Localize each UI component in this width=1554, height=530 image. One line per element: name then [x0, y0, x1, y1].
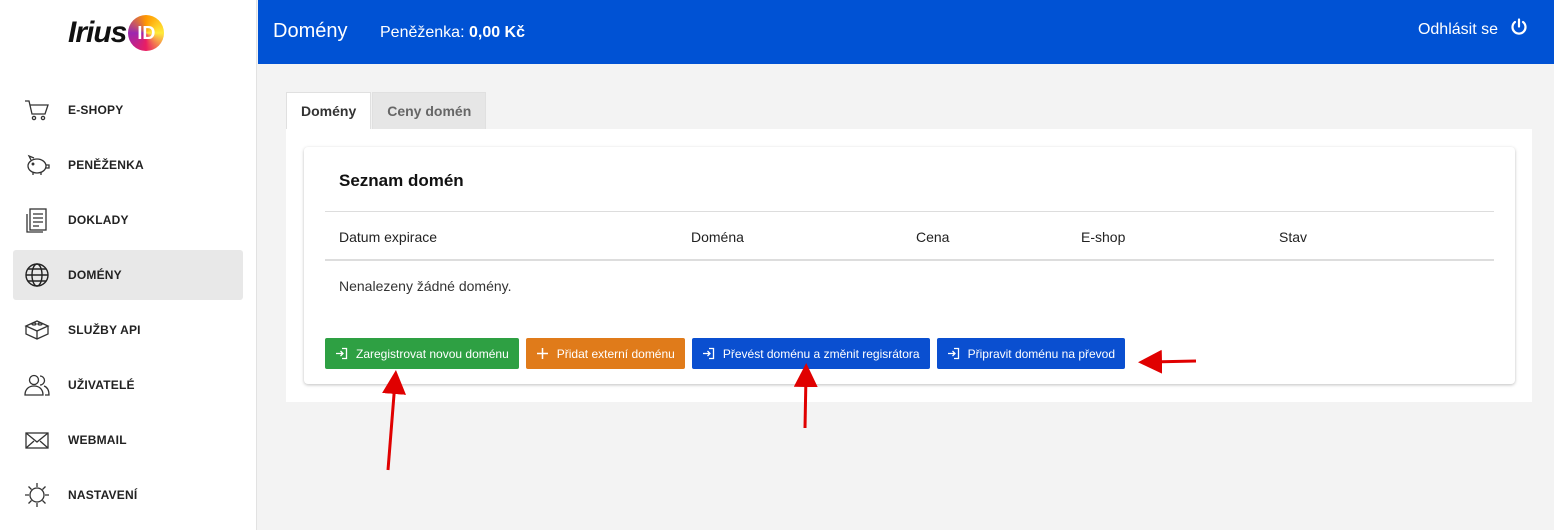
register-domain-button[interactable]: Zaregistrovat novou doménu: [325, 338, 519, 369]
sidebar: Irius ID E-SHOPY PENĚŽENKA DOKLADY DOMÉN…: [0, 0, 257, 530]
column-header-expiration[interactable]: Datum expirace: [339, 229, 437, 245]
sidebar-nav: E-SHOPY PENĚŽENKA DOKLADY DOMÉNY SLUŽBY …: [13, 85, 243, 525]
users-icon: [23, 371, 51, 399]
domains-table: Datum expirace Doména Cena E-shop Stav N…: [325, 211, 1494, 311]
add-external-domain-label: Přidat externí doménu: [556, 346, 675, 361]
logo-text: Irius: [68, 16, 127, 49]
page-title: Domény: [273, 20, 348, 42]
empty-state-text: Nenalezeny žádné domény.: [339, 278, 512, 294]
table-header: Datum expirace Doména Cena E-shop Stav: [325, 211, 1494, 261]
login-arrow-icon: [336, 347, 348, 360]
column-header-domain[interactable]: Doména: [691, 229, 744, 245]
logout-button[interactable]: Odhlásit se: [1418, 18, 1528, 41]
gear-icon: [23, 481, 51, 509]
sidebar-item-label: DOKLADY: [68, 213, 129, 227]
sidebar-item-uzivatele[interactable]: UŽIVATELÉ: [13, 360, 243, 410]
top-header: Domény Peněženka: 0,00 Kč Odhlásit se: [258, 0, 1554, 64]
column-header-eshop[interactable]: E-shop: [1081, 229, 1125, 245]
sidebar-item-label: NASTAVENÍ: [68, 488, 138, 502]
empty-state-row: Nenalezeny žádné domény.: [325, 261, 1494, 311]
action-buttons: Zaregistrovat novou doménu Přidat extern…: [325, 338, 1132, 369]
sidebar-item-nastaveni[interactable]: NASTAVENÍ: [13, 470, 243, 520]
logo[interactable]: Irius ID: [68, 12, 165, 54]
sidebar-item-label: E-SHOPY: [68, 103, 124, 117]
card-title: Seznam domén: [339, 171, 464, 190]
sidebar-item-domeny[interactable]: DOMÉNY: [13, 250, 243, 300]
prepare-transfer-label: Připravit doménu na převod: [967, 346, 1116, 361]
tab-bar: Domény Ceny domén: [286, 92, 487, 129]
domains-card: Seznam domén Datum expirace Doména Cena …: [304, 147, 1515, 384]
plus-icon: [536, 348, 548, 359]
cart-icon: [23, 96, 51, 124]
login-arrow-icon: [947, 347, 959, 360]
api-blocks-icon: [23, 316, 51, 344]
logo-badge: ID: [128, 15, 165, 51]
sidebar-item-label: UŽIVATELÉ: [68, 378, 135, 392]
transfer-domain-button[interactable]: Převést doménu a změnit regisrátora: [691, 338, 930, 369]
column-header-price[interactable]: Cena: [916, 229, 949, 245]
sidebar-item-penezenka[interactable]: PENĚŽENKA: [13, 140, 243, 190]
sidebar-item-label: DOMÉNY: [68, 268, 122, 282]
add-external-domain-button[interactable]: Přidat externí doménu: [525, 338, 685, 369]
sidebar-item-label: PENĚŽENKA: [68, 158, 144, 172]
sidebar-item-label: SLUŽBY API: [68, 323, 141, 337]
tab-domeny[interactable]: Domény: [286, 92, 372, 129]
sidebar-item-doklady[interactable]: DOKLADY: [13, 195, 243, 245]
transfer-domain-label: Převést doménu a změnit regisrátora: [722, 346, 920, 361]
wallet-amount: 0,00 Kč: [468, 24, 526, 41]
tab-ceny-domen[interactable]: Ceny domén: [372, 92, 487, 129]
piggy-bank-icon: [23, 151, 51, 179]
envelope-icon: [23, 426, 51, 454]
column-header-status[interactable]: Stav: [1279, 229, 1307, 245]
login-arrow-icon: [702, 347, 714, 360]
sidebar-item-label: WEBMAIL: [68, 433, 127, 447]
sidebar-item-webmail[interactable]: WEBMAIL: [13, 415, 243, 465]
tab-panel: Seznam domén Datum expirace Doména Cena …: [286, 129, 1532, 402]
globe-icon: [23, 261, 51, 289]
register-domain-label: Zaregistrovat novou doménu: [356, 346, 509, 361]
sidebar-item-eshopy[interactable]: E-SHOPY: [13, 85, 243, 135]
wallet-balance: Peněženka: 0,00 Kč: [380, 24, 525, 42]
document-icon: [23, 206, 51, 234]
sidebar-item-sluzby-api[interactable]: SLUŽBY API: [13, 305, 243, 355]
prepare-transfer-button[interactable]: Připravit doménu na převod: [936, 338, 1126, 369]
logout-label: Odhlásit se: [1417, 20, 1498, 38]
power-icon: [1510, 18, 1528, 41]
wallet-label: Peněženka:: [380, 24, 465, 41]
